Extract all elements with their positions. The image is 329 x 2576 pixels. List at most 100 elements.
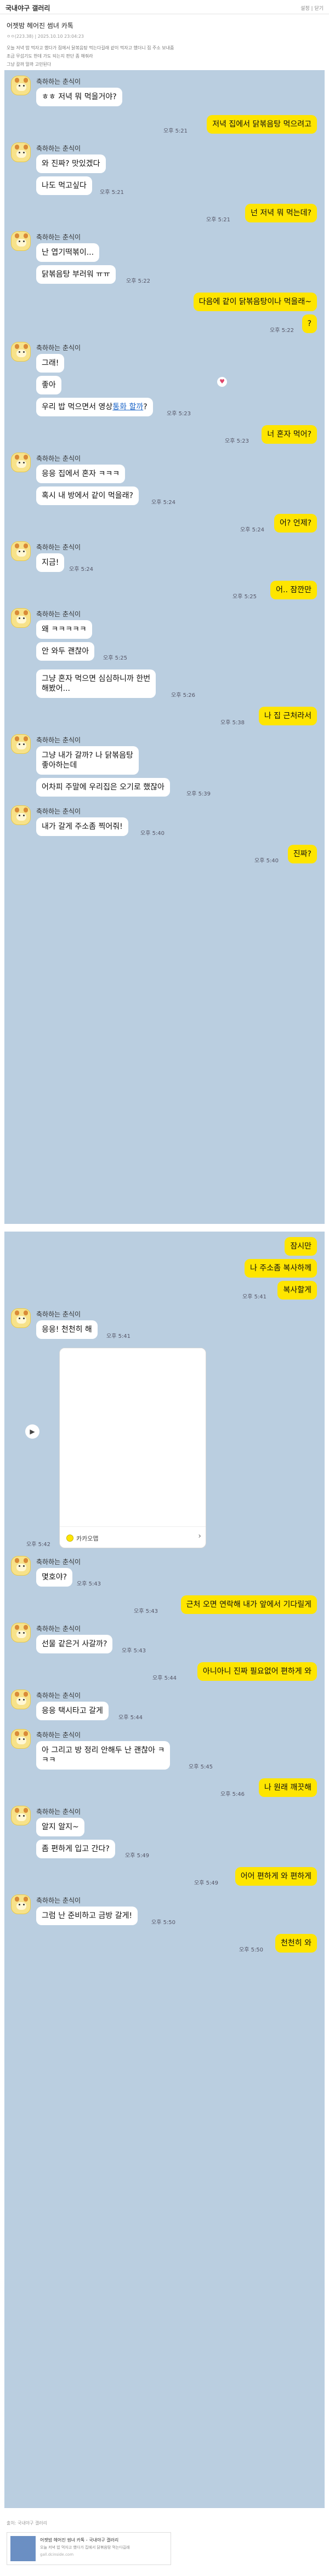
message-time: 오후 5:39 bbox=[186, 791, 211, 797]
message-bubble-right[interactable]: 잠시만 bbox=[285, 1237, 317, 1256]
avatar[interactable] bbox=[11, 142, 31, 162]
message-bubble-right[interactable]: 나 집 근처라서 bbox=[258, 707, 317, 725]
avatar-face-part bbox=[15, 1625, 19, 1630]
message-bubble-left[interactable]: 그래! bbox=[36, 354, 65, 373]
map-footer[interactable]: 카카오맵 › bbox=[60, 1526, 206, 1548]
avatar[interactable] bbox=[11, 1894, 31, 1914]
message-bubble-right[interactable]: 다음에 같이 닭볶음탕이나 먹을래~ bbox=[193, 293, 317, 311]
avatar-face-part bbox=[19, 85, 20, 87]
message-bubble-left[interactable]: 그냥 혼자 먹으면 심심하니까 한번 해봤어... bbox=[36, 669, 156, 698]
message-bubble-left[interactable]: 좀 편하게 입고 간다? bbox=[36, 1840, 115, 1858]
avatar-face-part bbox=[23, 241, 25, 242]
heart-reaction[interactable]: ♥ bbox=[217, 377, 227, 387]
avatar-face-part bbox=[16, 1697, 26, 1705]
message-bubble-left[interactable]: 응응 집에서 혼자 ㅋㅋㅋ bbox=[36, 465, 126, 483]
link-title: 어젯밤 헤어진 썸녀 카톡 - 국내야구 갤러리 bbox=[40, 2538, 119, 2543]
message-bubble-left[interactable]: 좋아 bbox=[36, 376, 61, 394]
message-time: 오후 5:44 bbox=[152, 1675, 177, 1681]
message-bubble-left[interactable]: 안 와두 괜찮아 bbox=[36, 642, 95, 661]
avatar[interactable] bbox=[11, 734, 31, 754]
message-bubble-left[interactable]: 왜 ㅋㅋㅋㅋㅋ bbox=[36, 620, 92, 639]
avatar[interactable] bbox=[11, 608, 31, 628]
message-bubble-right[interactable]: 아니아니 진짜 필요없어 편하게 와 bbox=[197, 1662, 317, 1681]
message-bubble-left[interactable]: 그럼 난 준비하고 금방 갈게! bbox=[36, 1907, 138, 1925]
message-bubble-left[interactable]: 난 엽기떡볶이... bbox=[36, 243, 100, 262]
message-bubble-left[interactable]: 혹시 내 방에서 같이 먹을래? bbox=[36, 486, 139, 505]
avatar-face-part bbox=[23, 815, 25, 816]
article-meta: ㅇㅇ(223.38) | 2025.10.10 23:04:23 bbox=[7, 34, 84, 39]
message-time: 오후 5:40 bbox=[254, 858, 279, 864]
message-bubble-right[interactable]: 어.. 잠깐만 bbox=[270, 581, 317, 599]
link-text[interactable]: 통화 할까 bbox=[112, 403, 143, 411]
message-bubble-right[interactable]: 복사할게 bbox=[277, 1281, 317, 1300]
message-bubble-right[interactable]: 어어 편하게 와 편하게 bbox=[235, 1867, 317, 1886]
message-time: 오후 5:50 bbox=[151, 1920, 176, 1926]
avatar-face-part bbox=[15, 736, 19, 741]
message-bubble-right[interactable]: 나 원래 깨끗해 bbox=[258, 1778, 317, 1797]
avatar[interactable] bbox=[11, 805, 31, 825]
avatar[interactable] bbox=[11, 453, 31, 472]
message-bubble-left[interactable]: 어차피 주말에 우리집은 오기로 했잖아 bbox=[36, 778, 170, 797]
message-bubble-left[interactable]: 우리 밥 먹으면서 영상통화 할까? bbox=[36, 398, 153, 416]
message-bubble-left[interactable]: 와 진짜? 맛있겠다 bbox=[36, 154, 106, 173]
avatar-face-part bbox=[24, 808, 28, 812]
avatar[interactable] bbox=[11, 1690, 31, 1709]
message-bubble-left[interactable]: 알지 알지~ bbox=[36, 1818, 84, 1836]
avatar-face-part bbox=[15, 1310, 19, 1315]
map-card[interactable]: 카카오맵 › bbox=[59, 1348, 206, 1548]
avatar-face-part bbox=[23, 1738, 25, 1740]
avatar-face-part bbox=[15, 455, 19, 460]
avatar[interactable] bbox=[11, 1729, 31, 1749]
message-bubble-right[interactable]: ? bbox=[302, 314, 317, 333]
avatar-face-part bbox=[23, 1904, 25, 1905]
message-bubble-right[interactable]: 천천히 와 bbox=[275, 1934, 317, 1953]
message-bubble-right[interactable]: 너 혼자 먹어? bbox=[262, 425, 317, 444]
message-time: 오후 5:44 bbox=[118, 1715, 143, 1721]
message-bubble-left[interactable]: 아 그리고 방 정리 안해두 난 괜찮아 ㅋㅋㅋ bbox=[36, 1741, 171, 1770]
avatar-face-part bbox=[16, 616, 26, 623]
avatar[interactable] bbox=[11, 1308, 31, 1328]
avatar[interactable] bbox=[11, 342, 31, 362]
avatar-face-part bbox=[16, 813, 26, 821]
article-line: 그냥 갈까 말까 고민된다 bbox=[7, 62, 52, 67]
sender-name: 축하하는 춘식이 bbox=[36, 1731, 81, 1739]
avatar-face-part bbox=[16, 742, 26, 749]
avatar[interactable] bbox=[11, 1556, 31, 1576]
message-bubble-left[interactable]: 응응! 천천히 해 bbox=[36, 1320, 98, 1339]
top-right-menu[interactable]: 설정 | 닫기 bbox=[300, 4, 324, 12]
message-bubble-right[interactable]: 근처 오면 연락해 내가 앞에서 기다릴게 bbox=[180, 1595, 317, 1614]
message-bubble-left[interactable]: 닭볶음탕 부러워 ㅠㅠ bbox=[36, 265, 116, 284]
message-bubble-left[interactable]: 지금! bbox=[36, 553, 65, 572]
message-bubble-left[interactable]: 응응 택시타고 갈게 bbox=[36, 1702, 109, 1720]
message-time: 오후 5:38 bbox=[220, 720, 245, 726]
play-icon[interactable]: ▶ bbox=[25, 1424, 39, 1439]
gallery-name[interactable]: 국내야구 갤러리 bbox=[5, 3, 50, 13]
avatar-face-part bbox=[19, 1815, 20, 1817]
avatar-face-part bbox=[24, 78, 28, 83]
link-card[interactable]: 어젯밤 헤어진 썸녀 카톡 - 국내야구 갤러리 오늘 저녁 밥 먹자고 했다가… bbox=[7, 2532, 171, 2565]
message-bubble-right[interactable]: 저녁 집에서 닭볶음탕 먹으려고 bbox=[207, 115, 317, 134]
avatar[interactable] bbox=[11, 1623, 31, 1642]
avatar-face-part bbox=[19, 551, 20, 552]
avatar-face-part bbox=[24, 233, 28, 238]
avatar-face-part bbox=[19, 815, 20, 816]
avatar[interactable] bbox=[11, 231, 31, 251]
message-time: 오후 5:24 bbox=[240, 527, 265, 533]
avatar[interactable] bbox=[11, 541, 31, 561]
message-bubble-right[interactable]: 어? 언제? bbox=[274, 514, 317, 533]
message-bubble-left[interactable]: 그냥 내가 갈까? 나 닭볶음탕 좋아하는데 bbox=[36, 746, 139, 775]
message-bubble-left[interactable]: 선물 같은거 사갈까? bbox=[36, 1635, 113, 1653]
message-time: 오후 5:43 bbox=[77, 1581, 101, 1587]
avatar[interactable] bbox=[11, 76, 31, 95]
message-bubble-left[interactable]: 나도 먹고싶다 bbox=[36, 176, 92, 195]
message-bubble-right[interactable]: 나 주소좀 복사하께 bbox=[245, 1259, 317, 1278]
message-bubble-right[interactable]: 넌 저녁 뭐 먹는데? bbox=[245, 204, 317, 222]
avatar[interactable] bbox=[11, 1806, 31, 1825]
message-bubble-left[interactable]: ㅎㅎ 저녁 뭐 먹을거야? bbox=[36, 88, 122, 106]
message-time: 오후 5:25 bbox=[103, 655, 128, 661]
message-bubble-left[interactable]: 몇호야? bbox=[36, 1568, 73, 1587]
avatar-face-part bbox=[23, 1632, 25, 1634]
sender-name: 축하하는 춘식이 bbox=[36, 78, 81, 85]
message-bubble-left[interactable]: 내가 갈게 주소좀 찍어줘! bbox=[36, 817, 128, 836]
message-bubble-right[interactable]: 진짜? bbox=[287, 845, 317, 863]
